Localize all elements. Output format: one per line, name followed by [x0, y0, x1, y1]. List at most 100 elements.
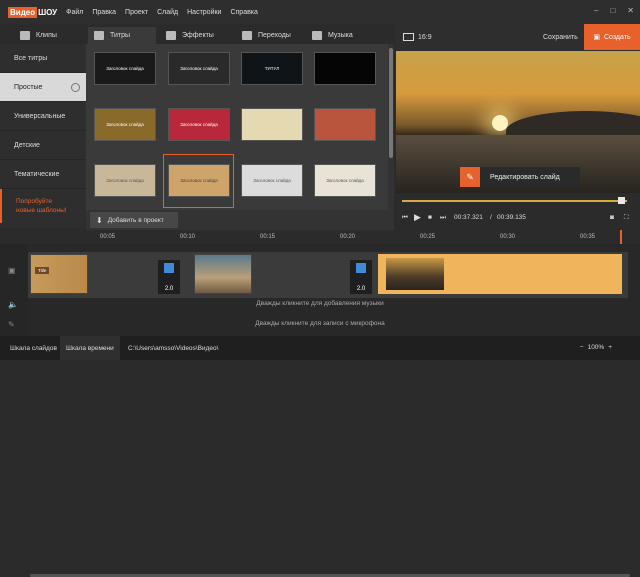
ruler-tick: 00:35 — [580, 234, 596, 240]
title-thumbnail[interactable]: Заголовок слайда — [168, 108, 230, 141]
menu-edit[interactable]: Правка — [92, 9, 116, 16]
category-all-titles[interactable]: Все титры — [0, 44, 86, 73]
thumbnail-text: Заголовок слайда — [106, 178, 144, 183]
transitions-icon — [242, 31, 252, 40]
category-thematic[interactable]: Тематические — [0, 160, 86, 189]
clip-title-label: Title — [35, 267, 50, 274]
tab-effects[interactable]: Эффекты — [160, 27, 228, 44]
tab-slide-scale[interactable]: Шкала слайдов — [4, 336, 63, 360]
ruler-tick: 00:05 — [100, 234, 116, 240]
title-thumbnail[interactable]: Заголовок слайда — [168, 52, 230, 85]
menu-file[interactable]: Файл — [66, 9, 83, 16]
logo-part2: ШОУ — [38, 7, 58, 17]
minimize-button[interactable]: – — [594, 6, 598, 15]
title-thumbnail[interactable]: Заголовок слайда — [94, 52, 156, 85]
download-arrow-icon: ⬇ — [96, 215, 103, 225]
transition-icon — [356, 263, 366, 273]
snapshot-icon[interactable]: ◙ — [610, 214, 614, 221]
title-thumbnail[interactable] — [314, 108, 376, 141]
preview-scrubber[interactable] — [396, 193, 640, 209]
menu-help[interactable]: Справка — [230, 9, 257, 16]
edit-slide-button[interactable]: ✎ Редактировать слайд — [460, 167, 580, 187]
play-icon[interactable]: ▶ — [414, 212, 421, 223]
thumbnail-text: Заголовок слайда — [106, 66, 144, 71]
logo-part1: Видео — [8, 6, 38, 18]
category-label: Простые — [14, 83, 43, 91]
aspect-ratio-button[interactable]: 16:9 — [403, 33, 432, 41]
category-label: Тематические — [14, 170, 60, 178]
category-label: Детские — [14, 141, 40, 149]
menu-settings[interactable]: Настройки — [187, 9, 221, 16]
fullscreen-icon[interactable]: ⛶ — [624, 214, 629, 222]
tab-effects-label: Эффекты — [182, 32, 214, 39]
thumbnail-text: Заголовок слайда — [106, 122, 144, 127]
title-thumbnail[interactable]: Заголовок слайда — [241, 164, 303, 197]
category-simple[interactable]: Простые — [0, 73, 86, 102]
zoom-level: 100% — [587, 344, 605, 351]
title-thumbnail[interactable]: Заголовок слайда — [94, 164, 156, 197]
speaker-icon[interactable]: 🔈 — [8, 300, 18, 309]
create-button[interactable]: ▣ Создать — [584, 24, 640, 50]
tab-transitions[interactable]: Переходы — [236, 27, 304, 44]
aspect-ratio-label: 16:9 — [418, 33, 432, 41]
tab-music[interactable]: Музыка — [306, 27, 384, 44]
title-thumbnail[interactable] — [241, 108, 303, 141]
ruler-tick: 00:20 — [340, 234, 356, 240]
title-thumbnail[interactable]: Заголовок слайда — [94, 108, 156, 141]
title-thumbnail[interactable]: ТИТУЛ — [241, 52, 303, 85]
transition-block[interactable]: 2.0 — [350, 260, 372, 294]
timeline-clip-title[interactable]: Title — [30, 254, 88, 294]
track-icons: ▣ 🔈 ✎ — [0, 244, 28, 336]
app-logo: Видео ШОУ — [8, 6, 58, 18]
tab-clips[interactable]: Клипы — [14, 27, 80, 44]
stop-icon[interactable]: ■ — [428, 214, 432, 221]
save-button[interactable]: Сохранить — [543, 34, 578, 41]
microphone-icon[interactable]: ✎ — [8, 320, 15, 329]
selection-frame — [163, 154, 234, 208]
zoom-in-button[interactable]: + — [608, 344, 612, 351]
maximize-button[interactable]: □ — [610, 6, 615, 15]
transition-block[interactable]: 2.0 — [158, 260, 180, 294]
forward-icon[interactable]: ⏭ — [440, 214, 446, 222]
zoom-out-button[interactable]: − — [580, 344, 584, 351]
tab-timeline-scale[interactable]: Шкала времени — [60, 336, 120, 360]
project-path: C:\Users\amsso\Videos\Видео\ — [128, 344, 219, 352]
preview-window[interactable]: ✎ Редактировать слайд — [396, 51, 640, 193]
clips-icon — [20, 31, 30, 40]
add-to-project-button[interactable]: ⬇ Добавить в проект — [90, 212, 178, 228]
playback-controls: ⏮ ▶ ■ ⏭ 00:37.321 / 00:39.135 ◙ ⛶ — [396, 209, 640, 229]
scrubber-track — [402, 200, 627, 202]
menu-slide[interactable]: Слайд — [157, 9, 178, 16]
preview-toolbar: 16:9 Сохранить ▣ Создать — [395, 24, 640, 50]
scrubber-knob[interactable] — [618, 197, 625, 204]
playhead-marker[interactable] — [620, 230, 622, 244]
timeline-tracks: Title 2.0 2.0 Дважды кликните для добавл… — [0, 244, 640, 577]
tab-titles[interactable]: Титры — [88, 27, 156, 44]
scrollbar-thumb[interactable] — [389, 48, 393, 158]
gallery-scrollbar[interactable] — [388, 44, 394, 210]
rewind-icon[interactable]: ⏮ — [402, 214, 408, 222]
close-button[interactable]: ✕ — [627, 6, 634, 15]
titles-gallery: Заголовок слайда Заголовок слайда ТИТУЛ … — [86, 44, 388, 210]
menu-project[interactable]: Проект — [125, 9, 148, 16]
edit-slide-label: Редактировать слайд — [490, 173, 560, 181]
category-kids[interactable]: Детские — [0, 131, 86, 160]
timeline-ruler[interactable]: 00:05 00:10 00:15 00:20 00:25 00:30 00:3… — [0, 230, 640, 244]
mic-track-hint[interactable]: Дважды кликните для записи с микрофона — [0, 320, 640, 327]
music-track-hint[interactable]: Дважды кликните для добавления музыки — [0, 300, 640, 307]
time-separator: / — [490, 214, 492, 221]
create-label: Создать — [604, 33, 631, 41]
title-thumbnail[interactable] — [314, 52, 376, 85]
new-templates-promo[interactable]: Попробуйте новые шаблоны! — [0, 189, 86, 223]
add-to-project-label: Добавить в проект — [107, 216, 164, 224]
video-track[interactable]: Title 2.0 2.0 — [28, 252, 628, 298]
content-tabs: Клипы Титры Эффекты Переходы Музыка — [0, 24, 390, 44]
video-track-icon: ▣ — [8, 266, 16, 275]
category-universal[interactable]: Универсальные — [0, 102, 86, 131]
timeline-clip-photo[interactable] — [194, 254, 252, 294]
transition-duration: 2.0 — [164, 286, 174, 292]
title-thumbnail[interactable]: Заголовок слайда — [314, 164, 376, 197]
timeline-clip-selected[interactable] — [378, 254, 622, 294]
transition-icon — [164, 263, 174, 273]
music-icon — [312, 31, 322, 40]
